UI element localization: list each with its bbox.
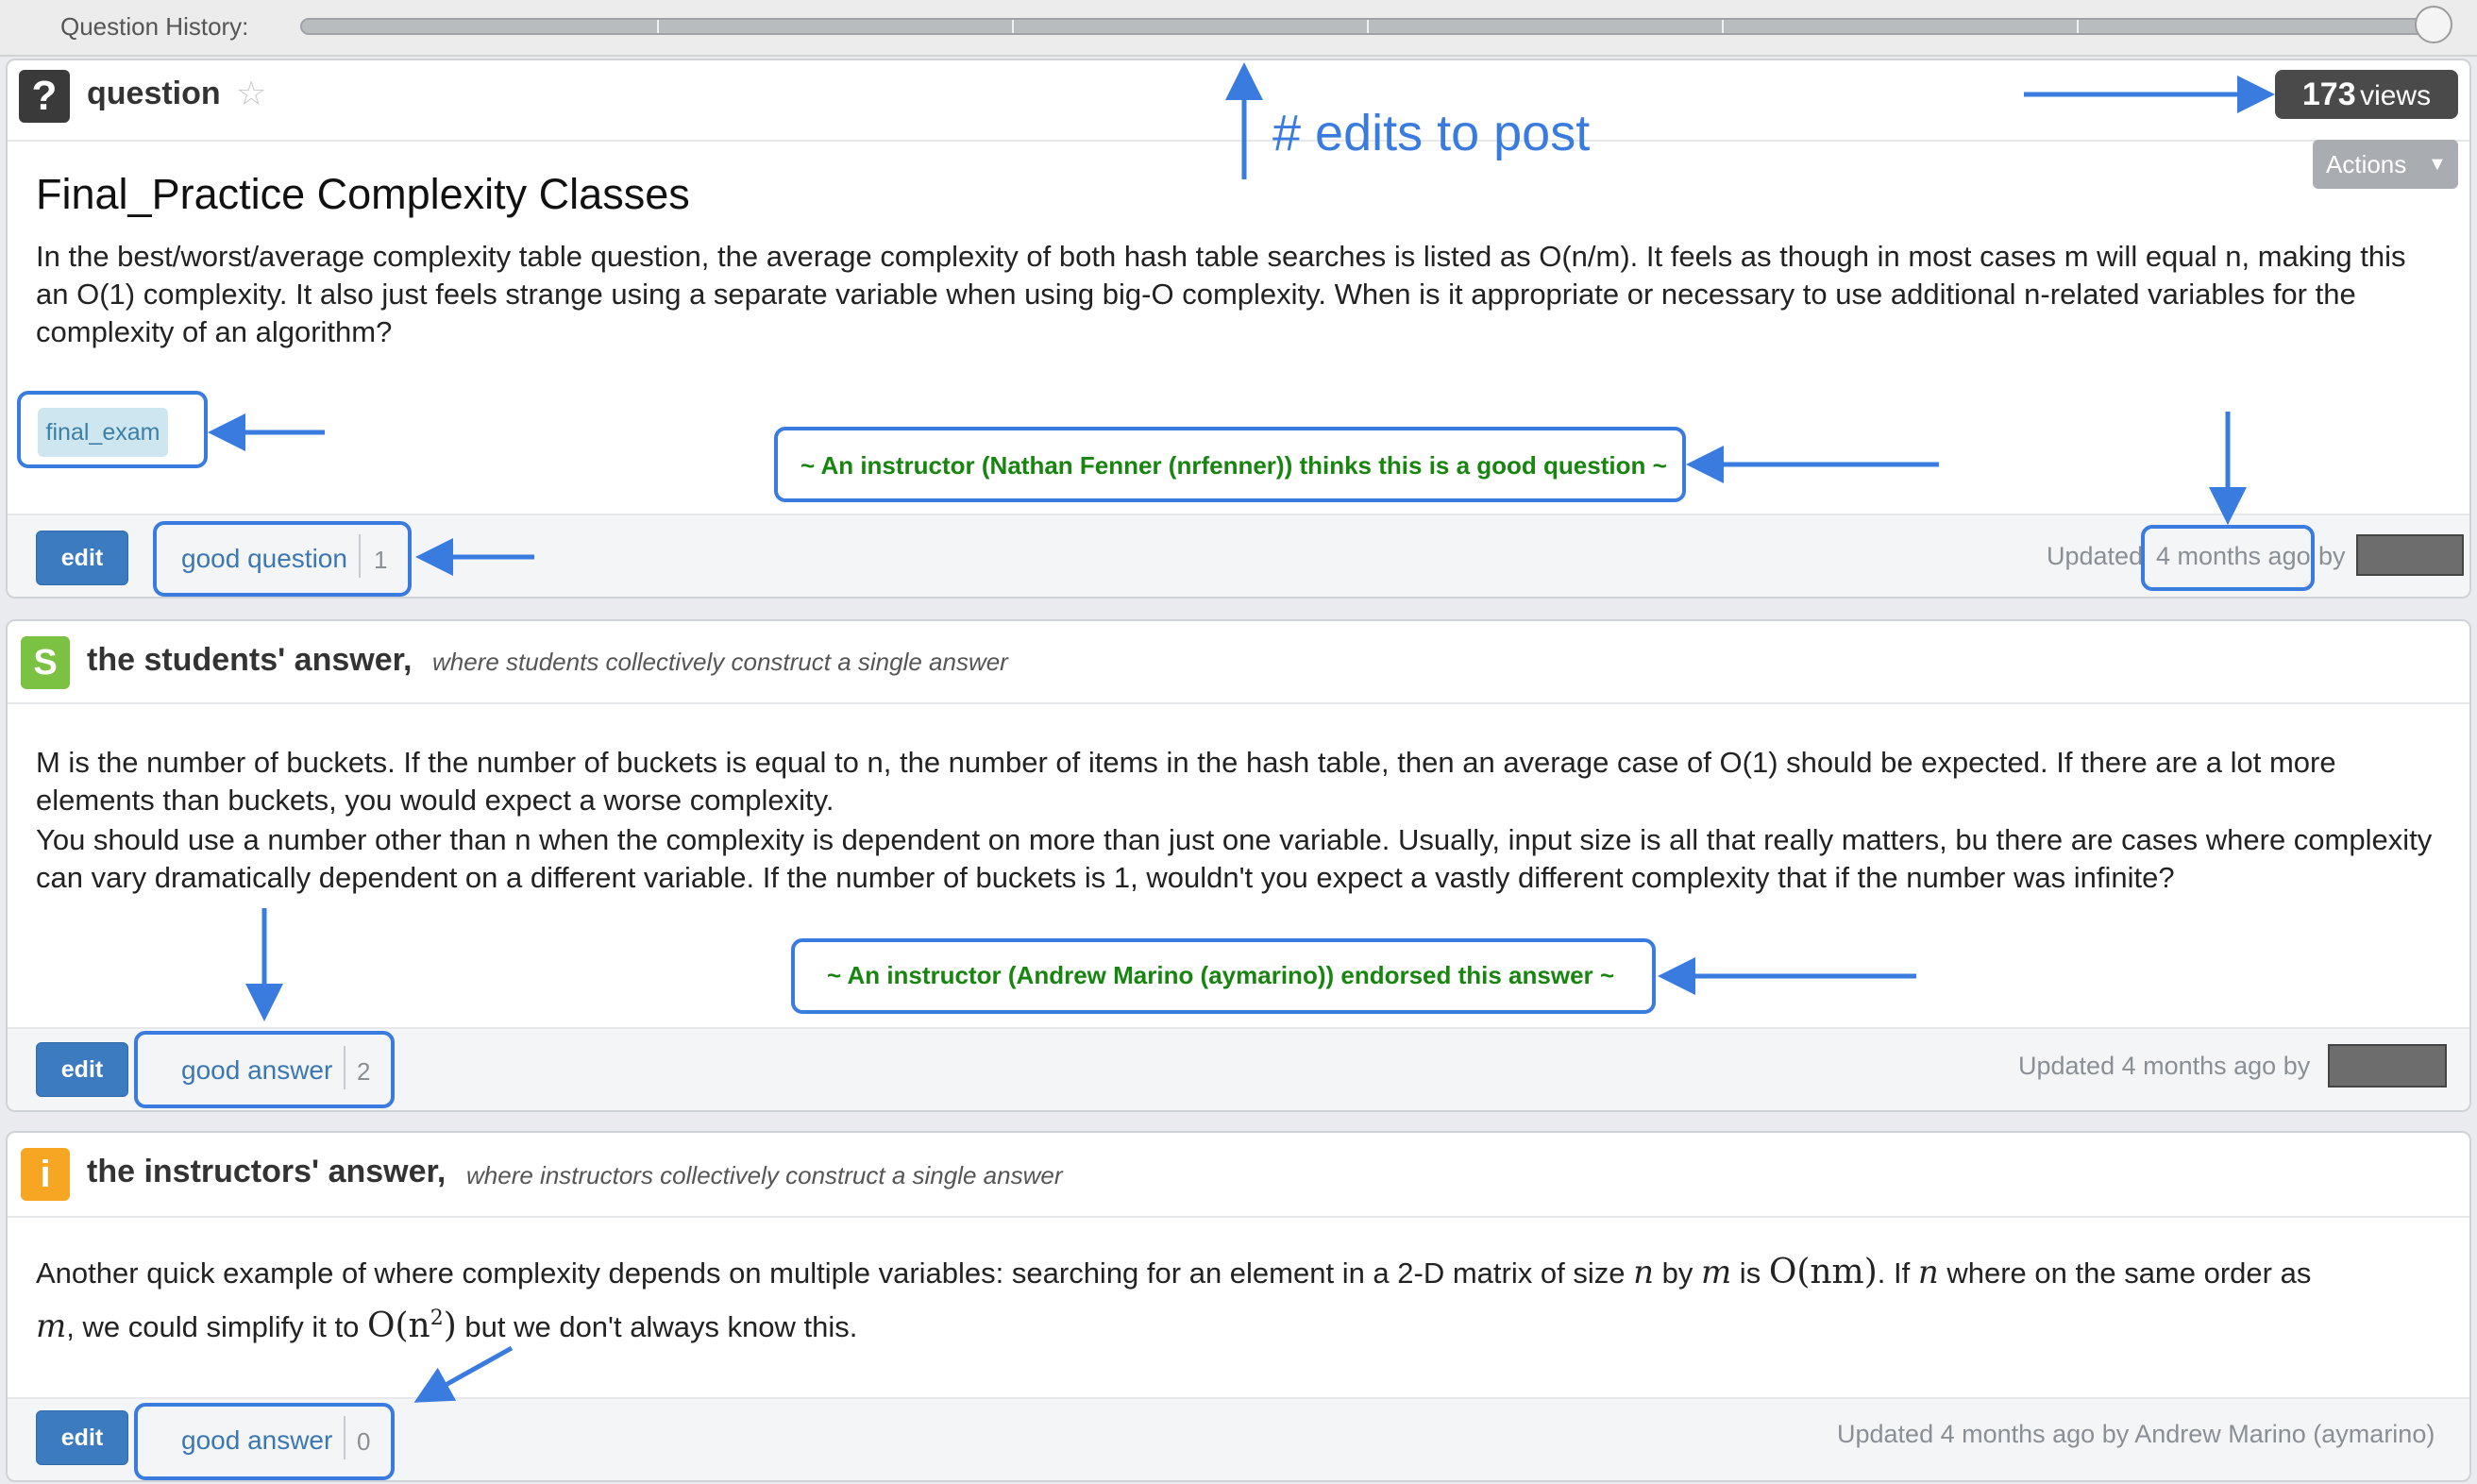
annotation-arrows: [208, 62, 2275, 1403]
arrow-good-answer-instructors: [413, 1345, 514, 1403]
